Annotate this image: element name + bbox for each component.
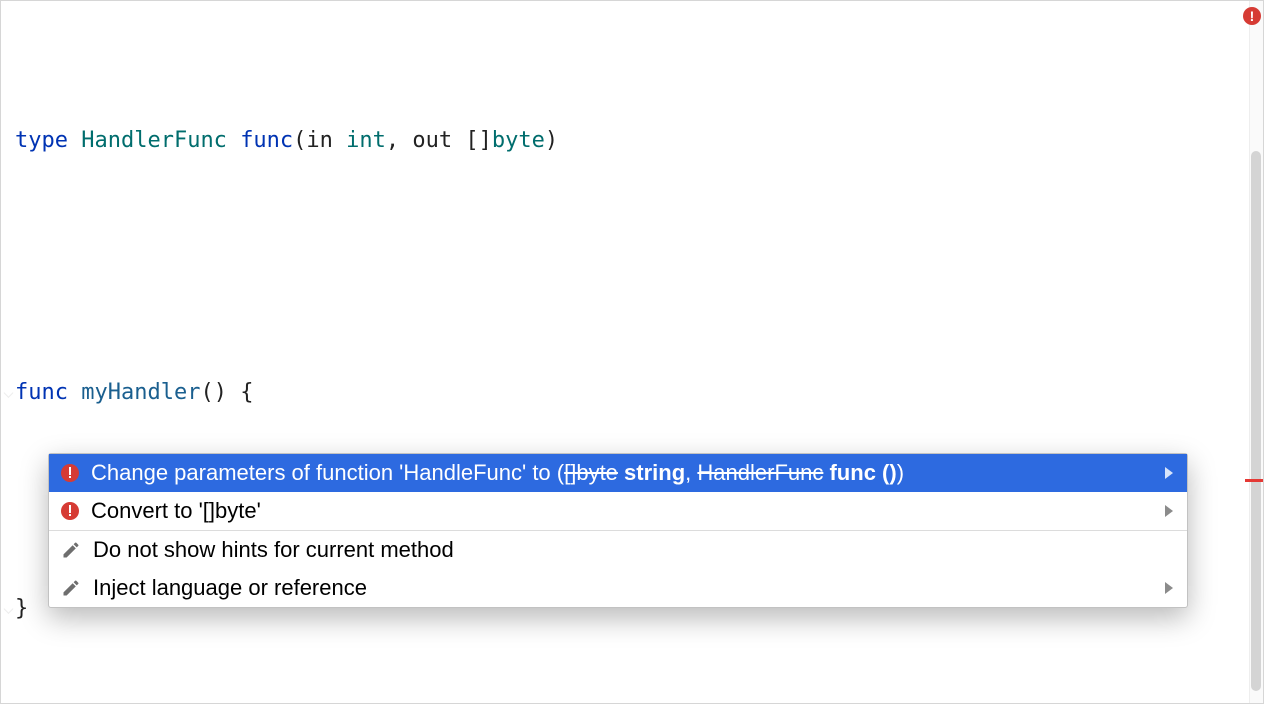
submenu-arrow-icon	[1165, 467, 1173, 479]
keyword: func	[15, 380, 68, 405]
submenu-arrow-icon	[1165, 505, 1173, 517]
intention-item[interactable]: Change parameters of function 'HandleFun…	[49, 454, 1187, 492]
intention-label: Do not show hints for current method	[93, 537, 1173, 563]
punct: ,	[386, 128, 413, 153]
error-bulb-icon	[61, 502, 79, 520]
type: byte	[492, 128, 545, 153]
scrollbar-thumb[interactable]	[1251, 151, 1261, 691]
keyword: func	[240, 128, 293, 153]
error-stripe[interactable]	[1245, 479, 1263, 482]
type-name: HandlerFunc	[81, 128, 227, 153]
scrollbar-track[interactable]	[1249, 1, 1263, 703]
editor-frame: type HandlerFunc func(in int, out []byte…	[0, 0, 1264, 704]
intention-item[interactable]: Do not show hints for current method	[49, 531, 1187, 569]
error-bulb-icon	[61, 464, 79, 482]
settings-pencil-icon	[61, 578, 81, 598]
intention-item[interactable]: Inject language or reference	[49, 569, 1187, 607]
error-badge-icon[interactable]: !	[1243, 7, 1261, 25]
punct: )	[545, 128, 558, 153]
code-line[interactable]	[5, 699, 1241, 704]
func-name: myHandler	[81, 380, 200, 405]
settings-pencil-icon	[61, 540, 81, 560]
punct: () {	[200, 380, 253, 405]
code-line[interactable]: func myHandler() {	[5, 375, 1241, 411]
fold-mark-icon[interactable]	[4, 388, 14, 398]
param: in	[306, 128, 333, 153]
punct: }	[15, 596, 28, 621]
intention-label: Change parameters of function 'HandleFun…	[91, 460, 1153, 486]
intention-popup: Change parameters of function 'HandleFun…	[48, 453, 1188, 608]
keyword: type	[15, 128, 68, 153]
intention-label: Inject language or reference	[93, 575, 1153, 601]
intention-item[interactable]: Convert to '[]byte'	[49, 492, 1187, 530]
punct: (	[293, 128, 306, 153]
code-line[interactable]	[5, 231, 1241, 267]
intention-label: Convert to '[]byte'	[91, 498, 1153, 524]
code-line[interactable]: type HandlerFunc func(in int, out []byte…	[5, 123, 1241, 159]
punct: []	[465, 128, 492, 153]
submenu-arrow-icon	[1165, 582, 1173, 594]
type: int	[346, 128, 386, 153]
param: out	[412, 128, 452, 153]
fold-mark-icon[interactable]	[4, 604, 14, 614]
